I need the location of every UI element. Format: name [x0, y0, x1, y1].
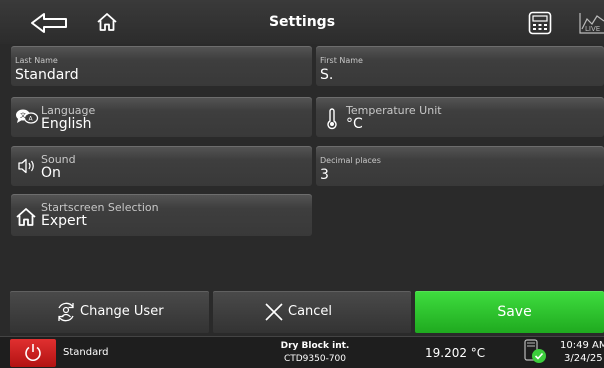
cancel-button[interactable]: Cancel	[213, 291, 411, 333]
status-bar: Standard Dry Block int. CTD9350-700 19.2…	[0, 336, 604, 368]
page-title: Settings	[268, 14, 336, 30]
device-status-icon[interactable]	[522, 338, 550, 366]
first-name-label: First Name	[320, 56, 363, 65]
power-icon	[25, 344, 41, 361]
close-icon	[265, 303, 283, 321]
language-chat-icon: 文 A	[16, 109, 39, 124]
speaker-icon	[18, 158, 34, 174]
cancel-label: Cancel	[288, 304, 333, 319]
startscreen-selection-field[interactable]: Startscreen Selection Expert	[11, 194, 312, 236]
power-button[interactable]	[10, 339, 56, 367]
clock-time: 10:49 AM	[560, 340, 604, 351]
temperature-unit-value: °C	[346, 116, 363, 132]
device-id: CTD9350-700	[283, 354, 347, 364]
temperature-unit-field[interactable]: Temperature Unit °C	[316, 97, 604, 137]
calculator-icon[interactable]	[528, 11, 552, 35]
current-user: Standard	[63, 347, 109, 358]
save-label: Save	[497, 304, 532, 320]
sound-value: On	[41, 165, 61, 181]
decimal-places-label: Decimal places	[320, 156, 381, 165]
language-value: English	[41, 116, 92, 132]
live-chart-icon[interactable]: LIVE	[578, 11, 604, 35]
startscreen-value: Expert	[41, 213, 87, 229]
last-name-value: Standard	[15, 67, 79, 83]
svg-text:文: 文	[20, 112, 26, 120]
change-user-button[interactable]: Change User	[10, 291, 209, 333]
first-name-value: S.	[320, 67, 334, 83]
startscreen-home-icon	[16, 208, 36, 226]
device-info[interactable]: Dry Block int. CTD9350-700	[255, 339, 375, 367]
top-bar: Settings LIVE	[0, 0, 604, 44]
svg-text:LIVE: LIVE	[585, 25, 600, 33]
save-button[interactable]: Save	[415, 291, 604, 333]
decimal-places-field[interactable]: Decimal places 3	[316, 146, 604, 186]
change-user-label: Change User	[80, 304, 164, 319]
temperature-reading: 19.202 °C	[425, 346, 486, 360]
clock-date: 3/24/25	[564, 353, 603, 364]
sound-field[interactable]: Sound On	[11, 146, 312, 186]
device-name: Dry Block int.	[280, 341, 350, 351]
thermometer-icon	[327, 108, 337, 130]
change-user-icon	[58, 302, 74, 322]
last-name-label: Last Name	[15, 56, 58, 65]
last-name-field[interactable]: Last Name Standard	[11, 46, 312, 86]
decimal-places-value: 3	[320, 167, 329, 183]
first-name-field[interactable]: First Name S.	[316, 46, 604, 86]
language-field[interactable]: 文 A Language English	[11, 97, 312, 137]
